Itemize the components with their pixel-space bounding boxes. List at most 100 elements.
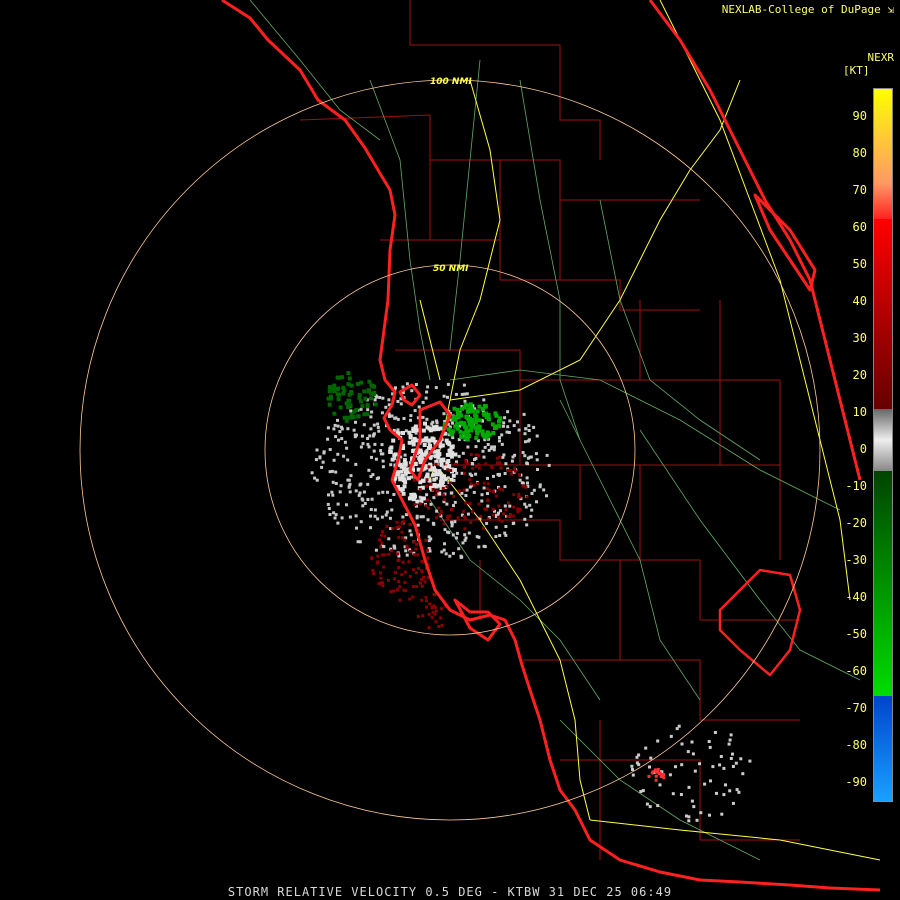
echo-pixel xyxy=(499,509,502,513)
echo-pixel xyxy=(381,396,385,400)
echo-pixel xyxy=(505,430,509,434)
echo-pixel xyxy=(439,478,444,482)
echo-pixel xyxy=(418,460,423,465)
echo-pixel xyxy=(446,395,449,399)
echo-pixel xyxy=(381,581,384,585)
echo-pixel xyxy=(380,443,384,447)
echo-pixel xyxy=(486,517,490,521)
echo-pixel xyxy=(440,624,444,627)
echo-pixel xyxy=(474,436,479,441)
echo-pixel xyxy=(517,492,521,496)
echo-pixel xyxy=(331,493,335,497)
echo-pixel xyxy=(452,495,456,498)
echo-pixel xyxy=(326,502,330,506)
echo-pixel xyxy=(371,392,376,397)
echo-pixel xyxy=(480,499,484,503)
echo-pixel xyxy=(397,580,401,583)
echo-pixel xyxy=(445,452,450,457)
echo-pixel xyxy=(494,525,498,529)
echo-pixel xyxy=(427,626,431,630)
echo-pixel xyxy=(485,521,489,525)
echo-pixel xyxy=(498,534,502,537)
echo-pixel xyxy=(720,812,724,816)
echo-pixel xyxy=(379,576,383,580)
road xyxy=(449,369,841,511)
echo-pixel xyxy=(359,380,364,385)
echo-pixel xyxy=(402,417,406,420)
echo-pixel xyxy=(352,428,356,432)
echo-pixel xyxy=(408,529,412,533)
echo-pixel xyxy=(358,491,362,495)
echo-pixel xyxy=(373,514,377,518)
echo-pixel xyxy=(340,427,344,431)
echo-pixel xyxy=(435,489,439,493)
echo-pixel xyxy=(365,412,370,417)
echo-pixel xyxy=(328,513,332,516)
echo-pixel xyxy=(378,396,382,399)
echo-pixel xyxy=(402,462,407,467)
echo-pixel xyxy=(403,453,407,457)
echo-pixel xyxy=(644,746,648,750)
echo-pixel xyxy=(381,490,385,494)
echo-pixel xyxy=(486,498,490,502)
echo-pixel xyxy=(362,423,366,427)
echo-pixel xyxy=(536,468,539,471)
echo-pixel xyxy=(518,473,521,477)
echo-pixel xyxy=(403,570,407,574)
echo-pixel xyxy=(512,521,516,525)
echo-pixel xyxy=(450,491,454,495)
echo-pixel xyxy=(491,507,495,511)
echo-pixel xyxy=(464,494,468,497)
echo-pixel xyxy=(494,535,498,539)
echo-pixel xyxy=(509,472,513,476)
echo-pixel xyxy=(487,448,491,452)
echo-pixel xyxy=(699,811,703,815)
echo-pixel xyxy=(433,593,437,597)
echo-pixel xyxy=(359,445,363,449)
echo-pixel xyxy=(409,550,412,553)
echo-pixel xyxy=(454,462,458,466)
colorbar-tick: 30 xyxy=(852,331,867,345)
echo-pixel xyxy=(420,570,424,574)
echo-pixel xyxy=(425,417,429,421)
west-coastline xyxy=(221,0,881,892)
external-link-icon[interactable]: ⇲ xyxy=(887,3,894,16)
colorbar-tick: -50 xyxy=(845,627,867,641)
echo-pixel xyxy=(322,450,326,454)
echo-pixel xyxy=(383,553,387,557)
echo-pixel xyxy=(379,533,383,537)
echo-pixel xyxy=(380,515,384,519)
echo-pixel xyxy=(455,408,460,412)
echo-pixel xyxy=(413,503,417,507)
echo-pixel xyxy=(388,516,392,520)
highway xyxy=(419,299,441,381)
echo-pixel xyxy=(481,526,485,530)
echo-pixel xyxy=(431,427,436,432)
echo-pixel xyxy=(403,480,408,485)
colorbar-tick: 50 xyxy=(852,257,867,271)
echo-pixel xyxy=(427,612,431,616)
echo-pixel xyxy=(503,472,507,475)
echo-pixel xyxy=(400,487,405,492)
echo-pixel xyxy=(727,742,731,746)
echo-pixel xyxy=(412,568,416,572)
echo-pixel xyxy=(466,445,470,449)
echo-pixel xyxy=(382,565,386,569)
echo-pixel xyxy=(412,585,415,588)
echo-pixel xyxy=(348,515,352,519)
echo-pixel xyxy=(437,469,442,474)
echo-pixel xyxy=(718,763,722,767)
echo-pixel xyxy=(369,427,373,431)
echo-pixel xyxy=(525,476,529,480)
echo-pixel xyxy=(366,408,370,412)
echo-pixel xyxy=(377,582,381,585)
echo-pixel xyxy=(463,471,467,475)
echo-pixel xyxy=(401,515,405,519)
lake-okeechobee xyxy=(718,568,802,677)
echo-pixel xyxy=(492,474,495,478)
echo-pixel xyxy=(430,615,434,619)
echo-pixel xyxy=(310,471,314,475)
echo-pixel xyxy=(370,497,374,501)
product-code: NEXR xyxy=(867,51,895,64)
echo-pixel xyxy=(401,560,405,564)
